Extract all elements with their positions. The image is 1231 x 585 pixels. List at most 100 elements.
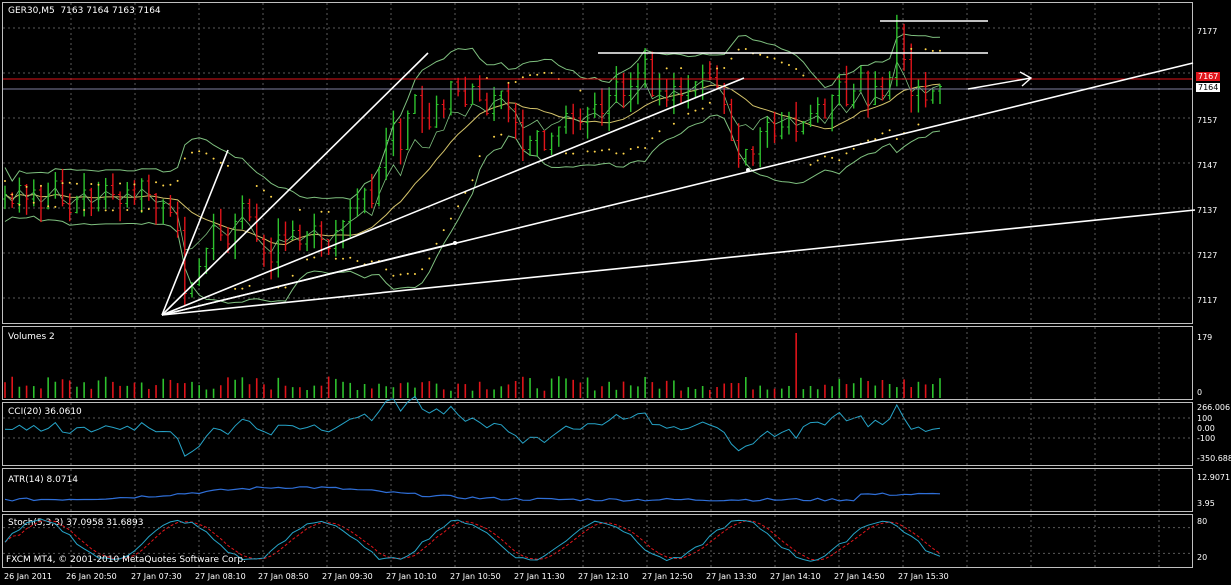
current-price-tag: 7164 (1196, 83, 1220, 92)
sar-dot (694, 110, 696, 112)
sar-dot (500, 134, 502, 136)
sar-dot (450, 218, 452, 220)
sar-dot (26, 186, 28, 188)
time-tick: 27 Jan 07:30 (131, 572, 182, 581)
cci-0: 0.00 (1197, 424, 1215, 433)
price-tick: 7177 (1197, 27, 1217, 36)
sar-dot (644, 147, 646, 149)
sar-dot (421, 268, 423, 270)
sar-dot (220, 162, 222, 164)
sar-dot (479, 155, 481, 157)
time-axis: 26 Jan 2011 26 Jan 20:50 27 Jan 07:30 27… (0, 569, 1231, 585)
time-tick: 27 Jan 08:10 (195, 572, 246, 581)
sar-dot (594, 151, 596, 153)
sar-dot (788, 64, 790, 66)
sar-dot (177, 180, 179, 182)
fan-line (162, 78, 744, 315)
sar-dot (917, 123, 919, 125)
sar-dot (320, 211, 322, 213)
stoch-80: 80 (1197, 517, 1207, 526)
sar-dot (148, 208, 150, 210)
cci-max: 266.006 (1197, 403, 1230, 412)
sar-dot (54, 206, 56, 208)
time-tick: 27 Jan 11:30 (514, 572, 565, 581)
sar-dot (141, 210, 143, 212)
atr-max: 12.9071 (1197, 473, 1230, 482)
fan-line (162, 53, 428, 315)
time-tick: 27 Jan 08:50 (258, 572, 309, 581)
sar-dot (846, 152, 848, 154)
sar-dot (896, 138, 898, 140)
sar-dot (234, 288, 236, 290)
sar-dot (759, 54, 761, 56)
sar-dot (292, 275, 294, 277)
sar-dot (766, 56, 768, 58)
sar-dot (385, 268, 387, 270)
sar-dot (838, 159, 840, 161)
sar-dot (256, 185, 258, 187)
sar-dot (169, 184, 171, 186)
sar-dot (889, 129, 891, 131)
sar-dot (565, 152, 567, 154)
lower-band (5, 115, 940, 303)
stoch-20: 20 (1197, 553, 1207, 562)
sar-dot (335, 258, 337, 260)
time-tick: 27 Jan 13:30 (706, 572, 757, 581)
sar-dot (515, 81, 517, 83)
sar-dot (543, 72, 545, 74)
sar-dot (810, 164, 812, 166)
sar-dot (119, 182, 121, 184)
stoch-scale: 80 20 (1195, 514, 1231, 568)
sar-dot (716, 68, 718, 70)
sar-dot (651, 137, 653, 139)
sar-dot (472, 179, 474, 181)
sar-dot (33, 202, 35, 204)
sar-dot (831, 157, 833, 159)
sar-dot (623, 153, 625, 155)
time-tick: 27 Jan 10:50 (450, 572, 501, 581)
sar-dot (536, 74, 538, 76)
price-tick: 7137 (1197, 206, 1217, 215)
sar-dot (738, 49, 740, 51)
volumes-min: 0 (1197, 388, 1202, 397)
sar-dot (356, 260, 358, 262)
sar-dot (47, 205, 49, 207)
sar-dot (795, 68, 797, 70)
sar-dot (802, 75, 804, 77)
sar-dot (730, 58, 732, 60)
fan-anchor (453, 241, 457, 245)
sar-dot (69, 182, 71, 184)
volumes-scale: 179 0 (1195, 326, 1231, 400)
time-tick: 26 Jan 2011 (4, 572, 52, 581)
sar-dot (774, 57, 776, 59)
price-tick: 7127 (1197, 251, 1217, 260)
projection-arrow (968, 78, 1031, 89)
sar-dot (191, 152, 193, 154)
sar-dot (263, 189, 265, 191)
cci-neg100: -100 (1197, 434, 1215, 443)
sar-dot (162, 184, 164, 186)
time-tick: 27 Jan 12:10 (578, 572, 629, 581)
volumes-max: 179 (1197, 333, 1212, 342)
sar-dot (299, 209, 301, 211)
cci-line (5, 397, 940, 457)
sar-dot (428, 257, 430, 259)
sar-dot (407, 273, 409, 275)
time-tick: 27 Jan 12:50 (642, 572, 693, 581)
sar-dot (666, 67, 668, 69)
sar-dot (443, 229, 445, 231)
atr-scale: 12.9071 3.95 (1195, 468, 1231, 512)
cci-100: 100 (1197, 414, 1212, 423)
upper-band (5, 34, 940, 199)
sar-dot (723, 67, 725, 69)
sar-dot (881, 132, 883, 134)
sar-dot (313, 257, 315, 259)
sar-dot (270, 196, 272, 198)
sar-dot (40, 185, 42, 187)
price-tick: 7157 (1197, 116, 1217, 125)
sar-dot (925, 48, 927, 50)
sar-dot (90, 183, 92, 185)
fan-line (162, 210, 1195, 315)
sar-dot (932, 50, 934, 52)
sar-dot (249, 285, 251, 287)
